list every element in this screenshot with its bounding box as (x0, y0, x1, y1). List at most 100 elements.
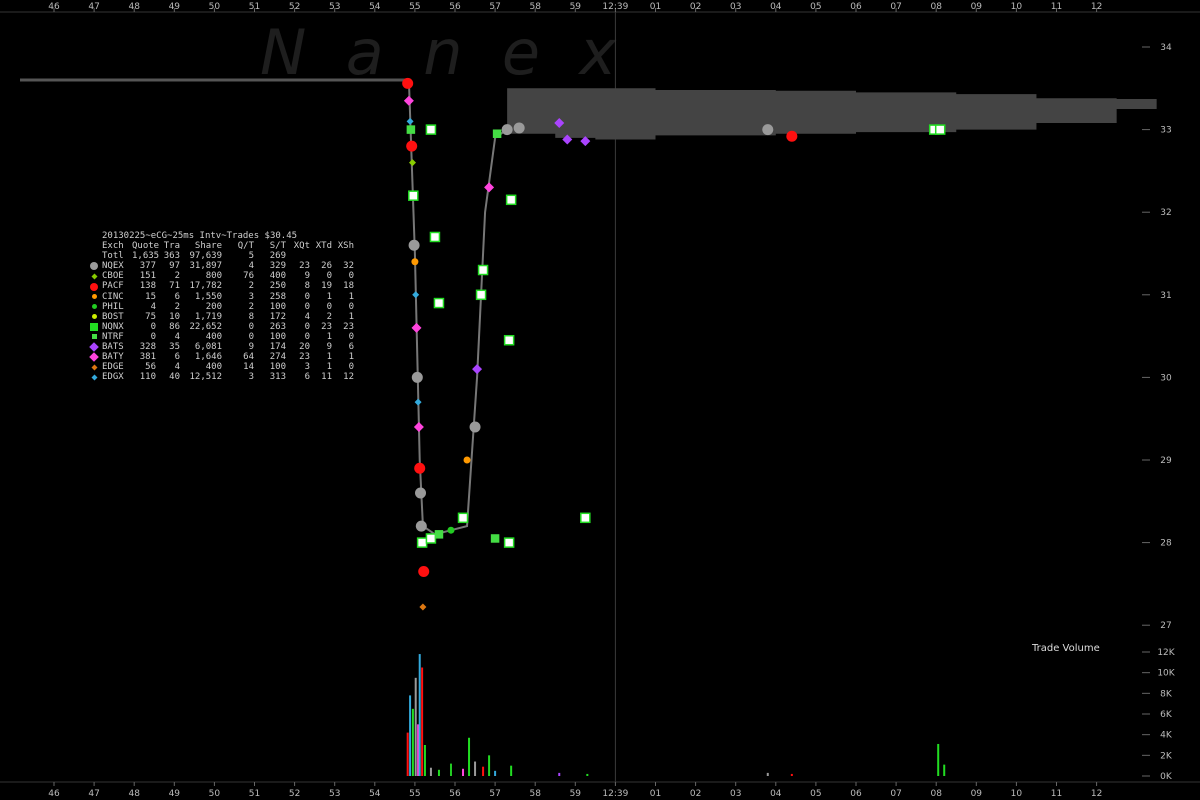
exchange-stats-table: 20130225~eCG~25ms Intv~Trades $30.45 Exc… (88, 231, 354, 382)
stats-cell: 1,646 (194, 352, 222, 363)
x-tick-label: 02 (690, 2, 701, 12)
x-tick-label: 10 (1011, 2, 1023, 12)
volume-bar (411, 708, 414, 776)
stats-cell: 0 (304, 321, 310, 332)
volume-bar (488, 755, 491, 776)
exchange-symbol-icon (88, 282, 100, 292)
trade-point-nqnx (425, 124, 437, 135)
x-tick-label: 51 (249, 789, 260, 799)
trade-point-pacf (414, 462, 426, 474)
volume-bars (406, 654, 946, 776)
stats-cell: 100 (269, 301, 286, 312)
stats-cell: 200 (205, 301, 222, 312)
stats-cell: 0 (248, 331, 254, 342)
price-tick-label: 31 (1160, 291, 1171, 301)
x-tick-label: 04 (770, 2, 782, 12)
trade-point-nqex (501, 124, 513, 136)
stats-cell: 400 (269, 271, 286, 282)
x-tick-label: 11 (1051, 2, 1062, 12)
x-tick-label: 09 (971, 789, 983, 799)
stats-cell: 6 (348, 342, 354, 353)
trade-point-ntrf (434, 530, 444, 539)
stats-cell: 12 (343, 372, 354, 383)
x-tick-label: 06 (850, 789, 862, 799)
symbol-spacer (88, 241, 100, 251)
trade-point-nqnx (475, 289, 487, 301)
trade-point-nqnx (433, 297, 445, 309)
stats-cell: 56 (145, 362, 156, 373)
stats-cell: 110 (139, 372, 156, 383)
volume-bar (474, 761, 477, 776)
x-tick-label: 07 (890, 2, 901, 12)
stats-cell: 3 (304, 362, 310, 373)
exchange-symbol-icon (88, 322, 100, 332)
stats-row: EDGE 56 4 400 14 100 3 1 0 (88, 362, 354, 372)
stats-header-cell: XSh (337, 241, 354, 252)
stats-cell: 0 (348, 331, 354, 342)
stats-cell: 800 (205, 271, 222, 282)
stats-exchange-name: BATY (102, 352, 124, 363)
x-tick-label: 12 (1091, 2, 1102, 12)
x-tick-label: 09 (971, 2, 983, 12)
stats-cell: 9 (248, 342, 254, 353)
price-chart: N a n e x 464647474848494950505151525253… (0, 2, 1200, 799)
x-tick-label: 46 (48, 789, 60, 799)
exchange-symbol-icon (88, 342, 100, 352)
stats-header-cell: XQt (293, 241, 310, 252)
stats-cell: 6,081 (194, 342, 222, 353)
volume-bar (468, 737, 471, 776)
volume-tick-label: 0K (1160, 772, 1173, 782)
stats-cell: 26 (321, 261, 332, 272)
stats-cell: 172 (269, 311, 286, 322)
stats-cell: 17,782 (189, 281, 222, 292)
stats-cell: 0 (304, 331, 310, 342)
stats-row: PACF 138 71 17,782 2 250 8 19 18 (88, 281, 354, 291)
stats-cell: 1 (348, 291, 354, 302)
stats-row: CBOE 151 2 800 76 400 9 0 0 (88, 271, 354, 281)
stats-cell: 76 (243, 271, 254, 282)
x-tick-label: 03 (730, 2, 741, 12)
stats-cell: 0 (248, 321, 254, 332)
stats-cell: 313 (269, 372, 286, 383)
stats-exchange-name: NQNX (102, 321, 124, 332)
stats-cell: 86 (169, 321, 180, 332)
nanex-watermark: N a n e x (260, 16, 617, 89)
stats-row: NQNX 0 86 22,652 0 263 0 23 23 (88, 322, 354, 332)
x-tick-label: 53 (329, 2, 340, 12)
stats-cell: 329 (269, 261, 286, 272)
stats-row: CINC 15 6 1,550 3 258 0 1 1 (88, 292, 354, 302)
x-tick-label: 57 (489, 789, 500, 799)
stats-cell: 4 (150, 301, 156, 312)
trade-point-baty (484, 182, 495, 193)
x-tick-label: 12 (1091, 789, 1102, 799)
x-tick-label: 55 (409, 2, 420, 12)
x-tick-label: 59 (570, 2, 582, 12)
stats-cell: 35 (169, 342, 180, 353)
x-tick-label: 49 (169, 2, 181, 12)
stats-cell: 274 (269, 352, 286, 363)
x-tick-label: 08 (930, 789, 942, 799)
volume-bar (421, 667, 424, 776)
volume-bar (510, 765, 513, 776)
trade-point-nqex (411, 371, 423, 383)
stats-cell: 12,512 (189, 372, 222, 383)
stats-cell: 1 (326, 291, 332, 302)
stats-exchange-name: PHIL (102, 301, 124, 312)
trade-point-pacf (402, 77, 414, 89)
stats-total-cell: 1,635 (132, 251, 160, 262)
volume-tick-label: 12K (1157, 648, 1175, 658)
trade-point-nqnx (477, 264, 489, 276)
trade-point-baty (411, 322, 422, 333)
trade-point-nqex (408, 239, 420, 251)
stats-cell: 6 (174, 291, 180, 302)
volume-tick-label: 2K (1160, 751, 1173, 761)
volume-bar (429, 767, 432, 776)
stats-cell: 4 (304, 311, 310, 322)
stats-cell: 64 (243, 352, 254, 363)
stats-cell: 8 (304, 281, 310, 292)
trade-point-ntrf (490, 534, 500, 543)
trade-point-baty (403, 95, 414, 106)
stats-cell: 1 (348, 311, 354, 322)
price-tick-label: 30 (1160, 373, 1172, 383)
stats-cell: 328 (139, 342, 156, 353)
